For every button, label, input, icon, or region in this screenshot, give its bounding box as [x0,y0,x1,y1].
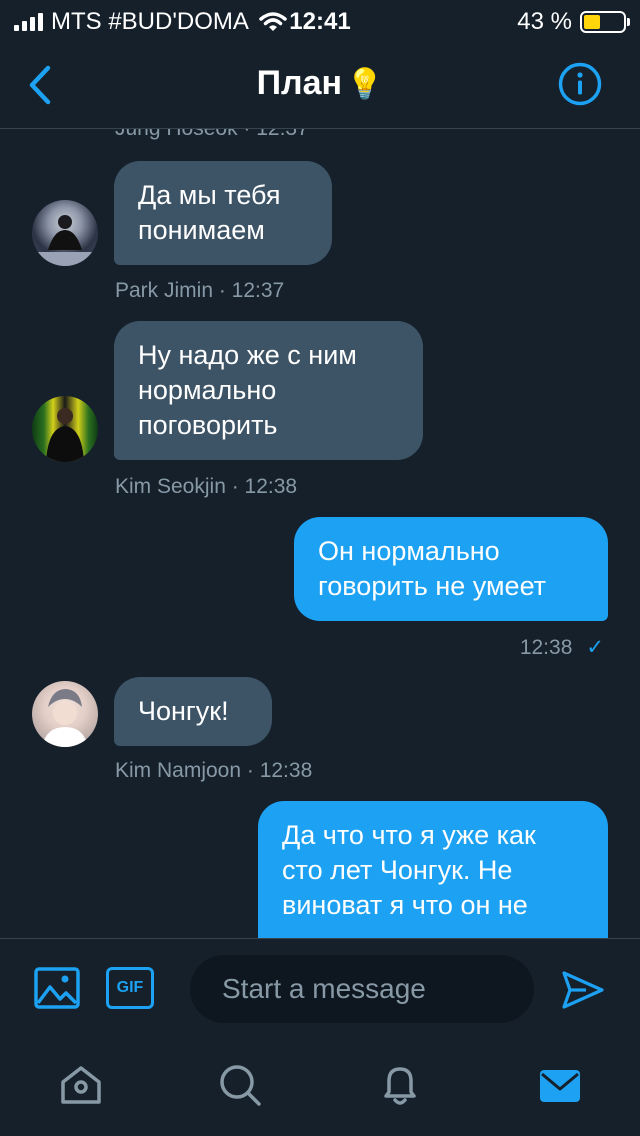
message-line: Ну надо же с ним [138,340,357,370]
battery-percent: 43 % [517,8,572,35]
gif-button[interactable]: GIF [106,967,154,1009]
message-line: Он нормально [318,536,500,566]
notifications-icon[interactable] [377,1062,423,1108]
message-line: сто лет Чонгук. Не [282,855,513,885]
conversation-title: План 💡 [0,64,640,103]
message-meta: Park Jimin · 12:37 [115,279,285,302]
avatar-kim-namjoon[interactable] [32,681,98,747]
message-line: понимаем [138,215,265,245]
image-icon[interactable] [34,967,80,1009]
message-bubble-incoming[interactable]: Чонгук! [114,677,272,746]
message-line: говорить не умеет [318,571,547,601]
battery-level [584,15,600,29]
message-bubble-outgoing[interactable]: Он нормально говорить не умеет [294,517,608,621]
message-meta: Kim Namjoon · 12:38 [115,759,313,782]
avatar-kim-seokjin[interactable] [32,396,98,462]
home-icon[interactable] [58,1062,104,1108]
message-line: нормально [138,375,277,405]
message-time: 12:38 [519,636,573,659]
message-bubble-incoming[interactable]: Да мы тебя понимаем [114,161,332,265]
chat-header: План 💡 [0,42,640,129]
lightbulb-emoji: 💡 [346,68,384,101]
message-bubble-outgoing[interactable]: Да что что я уже как сто лет Чонгук. Не … [258,801,608,938]
message-bubble-incoming[interactable]: Ну надо же с ним нормально поговорить [114,321,423,460]
message-meta: Kim Seokjin · 12:38 [115,475,298,498]
message-list[interactable]: Jung Hoseok · 12:37 Да мы тебя понимаем … [0,129,640,938]
messages-icon[interactable] [537,1062,583,1108]
battery-icon [580,11,630,33]
info-button[interactable] [558,62,602,106]
status-bar: MTS #BUD'DOMA 12:41 43 % [0,0,640,42]
title-text: План [256,64,343,102]
avatar-park-jimin[interactable] [32,200,98,266]
message-input[interactable]: Start a message [190,955,534,1023]
send-icon[interactable] [560,967,606,1013]
message-line: Да что что я уже как [282,820,536,850]
message-line: виноват я что он не [282,890,528,920]
message-line: Чонгук! [138,696,229,726]
status-right: 43 % [517,8,630,36]
message-composer: GIF Start a message [0,938,640,1041]
message-line: поговорить [138,410,278,440]
message-line: Да мы тебя [138,180,281,210]
tab-bar [0,1040,640,1136]
message-meta: 12:38 ✓ [520,635,604,660]
search-icon[interactable] [217,1062,263,1108]
sent-check-icon: ✓ [586,636,604,659]
message-meta: Jung Hoseok · 12:37 [115,129,309,141]
